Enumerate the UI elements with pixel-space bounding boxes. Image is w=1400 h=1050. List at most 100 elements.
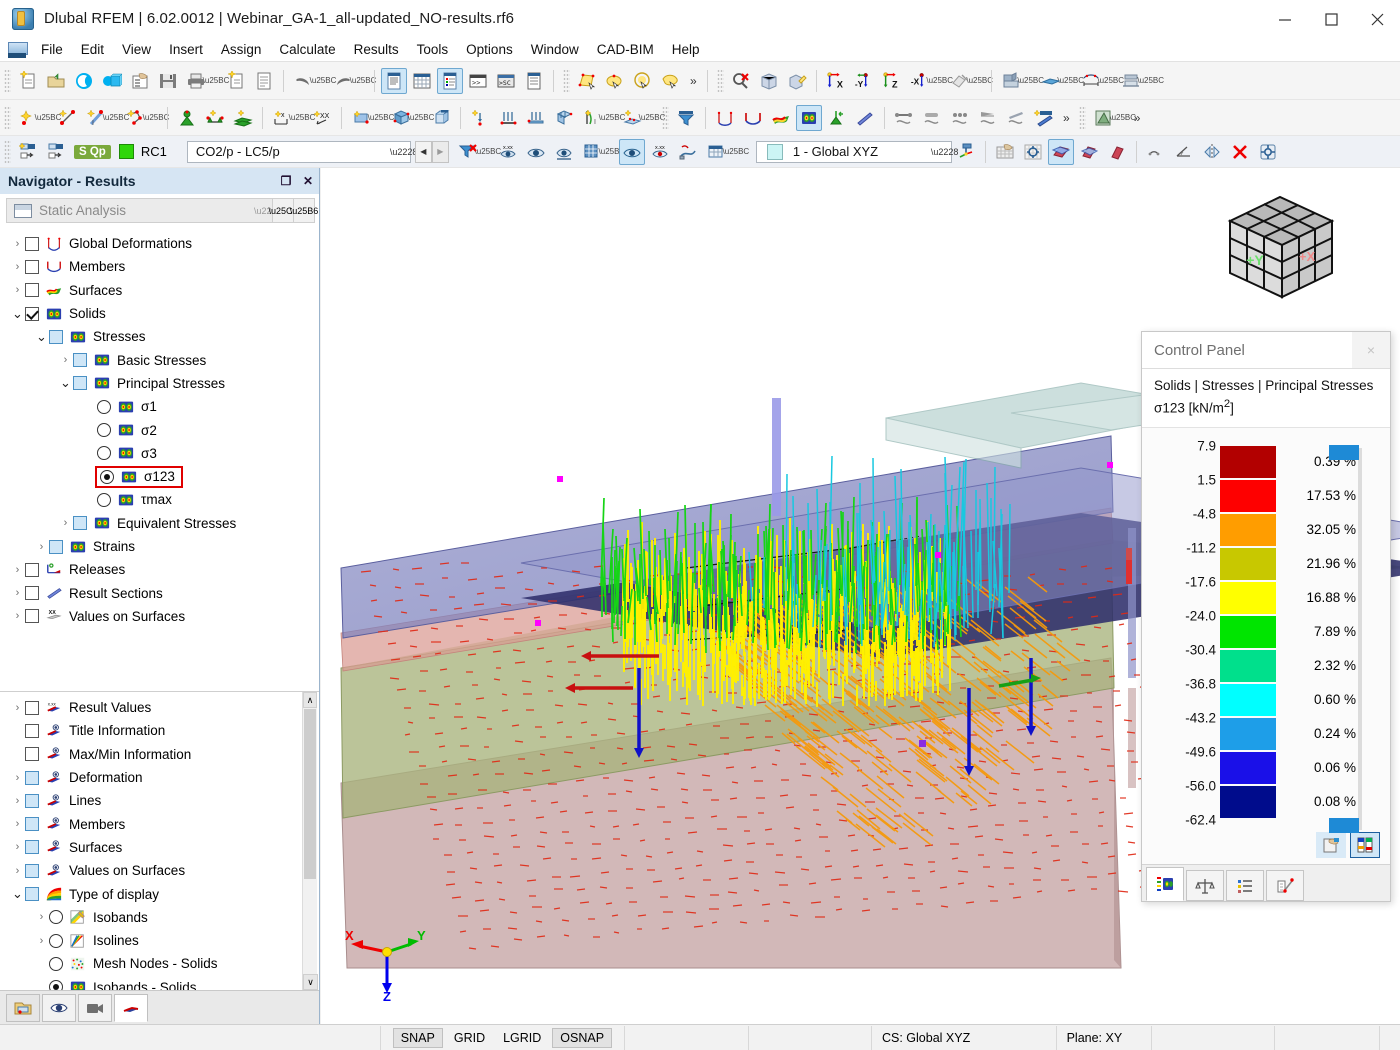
new-surface-icon[interactable] bbox=[348, 105, 374, 131]
measure-icon[interactable] bbox=[1143, 139, 1169, 165]
menu-edit[interactable]: Edit bbox=[72, 40, 113, 59]
navigator-restore-icon[interactable]: ❐ bbox=[275, 170, 297, 192]
navigation-cube[interactable]: +Y +X bbox=[1222, 193, 1338, 303]
undo-icon[interactable] bbox=[290, 68, 316, 94]
view-minus-y-icon[interactable]: -Y bbox=[851, 68, 877, 94]
scale-band[interactable] bbox=[1220, 717, 1276, 750]
tree-row[interactable]: Isobands - Solids bbox=[0, 976, 319, 990]
mesh-refinement-icon[interactable] bbox=[619, 105, 645, 131]
chevron-right-icon[interactable]: › bbox=[10, 795, 25, 807]
new-solid-icon[interactable] bbox=[388, 105, 414, 131]
chevron-right-icon[interactable]: › bbox=[34, 911, 49, 923]
tree-row[interactable]: › Isobands bbox=[0, 906, 319, 929]
tree-row[interactable]: › Members bbox=[0, 255, 319, 278]
support-reactions-icon[interactable] bbox=[824, 105, 850, 131]
delete-icon[interactable] bbox=[1227, 139, 1253, 165]
grid-results-icon[interactable] bbox=[579, 139, 605, 165]
color-scale-tab[interactable] bbox=[1146, 867, 1184, 901]
model-info-icon[interactable] bbox=[127, 68, 153, 94]
tables-icon[interactable] bbox=[409, 68, 435, 94]
scale-color-bars[interactable] bbox=[1220, 445, 1276, 820]
open-model-icon[interactable] bbox=[43, 68, 69, 94]
scale-slider-upper-knob[interactable] bbox=[1329, 444, 1359, 460]
chevron-right-icon[interactable]: › bbox=[10, 261, 25, 273]
scale-band[interactable] bbox=[1220, 547, 1276, 580]
solids-results-icon[interactable] bbox=[796, 104, 822, 131]
view-z-icon[interactable]: Z bbox=[879, 68, 905, 94]
tree-row[interactable]: › Result Sections bbox=[0, 581, 319, 604]
tree-checkbox[interactable] bbox=[25, 259, 39, 274]
scale-band[interactable] bbox=[1220, 581, 1276, 614]
tree-row[interactable]: σ2 bbox=[0, 418, 319, 441]
tree-checkbox[interactable] bbox=[73, 376, 87, 391]
printout-report-icon[interactable] bbox=[251, 68, 277, 94]
tree-scrollbar[interactable]: ∧ ∨ bbox=[302, 692, 318, 990]
new-line-icon[interactable] bbox=[55, 105, 81, 131]
maximize-button[interactable] bbox=[1308, 0, 1354, 38]
results-eye-active-icon[interactable] bbox=[618, 138, 645, 165]
select-more-chevron[interactable]: » bbox=[685, 74, 702, 88]
zoom-reset-icon[interactable] bbox=[728, 68, 754, 94]
tree-row[interactable]: ⌄ Solids bbox=[0, 302, 319, 325]
results-tree-top[interactable]: › Global Deformations › Members › Surfaces ⌄ So… bbox=[0, 226, 319, 692]
tree-row[interactable]: ⌄ Stresses bbox=[0, 325, 319, 348]
menu-file[interactable]: File bbox=[32, 40, 72, 59]
script-icon[interactable]: >SC bbox=[493, 68, 519, 94]
tree-checkbox[interactable] bbox=[73, 353, 87, 368]
mirror-icon[interactable] bbox=[1199, 139, 1225, 165]
tree-checkbox[interactable] bbox=[25, 586, 39, 601]
tree-row[interactable]: Title Information bbox=[0, 719, 319, 742]
tree-checkbox[interactable] bbox=[25, 770, 39, 785]
nodal-load-caret[interactable]: \u25BC bbox=[289, 105, 316, 131]
color-scale[interactable]: 7.9 1.5 -4.8 -11.2 -17.6 -24.0 -30.4 -36.8 -43.2… bbox=[1154, 436, 1378, 833]
imperfection-caret[interactable]: \u25BC bbox=[599, 105, 626, 131]
scale-band[interactable] bbox=[1220, 785, 1276, 818]
new-result-diagram-icon[interactable] bbox=[1031, 105, 1057, 131]
filter-icon[interactable] bbox=[673, 105, 699, 131]
menu-calculate[interactable]: Calculate bbox=[270, 40, 344, 59]
menu-assign[interactable]: Assign bbox=[212, 40, 271, 59]
tree-row[interactable]: › Lines bbox=[0, 789, 319, 812]
new-node-caret[interactable]: \u25BC bbox=[35, 105, 62, 131]
scroll-thumb[interactable] bbox=[304, 709, 316, 879]
analysis-next-button[interactable]: \u25B6 bbox=[290, 198, 318, 223]
menu-help[interactable]: Help bbox=[663, 40, 709, 59]
tree-checkbox[interactable] bbox=[25, 306, 39, 321]
tree-radio[interactable] bbox=[49, 933, 63, 948]
menu-results[interactable]: Results bbox=[345, 40, 408, 59]
filter-results-icon[interactable] bbox=[455, 139, 481, 165]
angle-icon[interactable] bbox=[1171, 139, 1197, 165]
show-results-icon[interactable] bbox=[15, 139, 41, 165]
navigator-panel-icon[interactable] bbox=[381, 67, 407, 94]
results-table-caret[interactable]: \u25BC bbox=[723, 139, 750, 165]
clipping-plane-1-icon[interactable] bbox=[1047, 138, 1074, 165]
tree-radio[interactable] bbox=[49, 956, 63, 971]
tree-row[interactable]: › Basic Stresses bbox=[0, 348, 319, 371]
bim-model-icon[interactable] bbox=[99, 68, 125, 94]
global-deformations-icon[interactable] bbox=[712, 105, 738, 131]
new-surface-caret[interactable]: \u25BC bbox=[368, 105, 395, 131]
imperfection-icon[interactable]: I bbox=[579, 105, 605, 131]
toolbar-grip[interactable] bbox=[1078, 105, 1086, 130]
surface-support-icon[interactable] bbox=[230, 105, 256, 131]
display-tree-bottom[interactable]: ∧ ∨ › x.xx Result Values Title Information… bbox=[0, 692, 319, 990]
perspective-dropdown-caret[interactable]: \u25BC bbox=[966, 68, 993, 94]
select-circle-icon[interactable] bbox=[602, 68, 628, 94]
chevron-right-icon[interactable]: › bbox=[10, 841, 25, 853]
tree-row[interactable]: σ1 bbox=[0, 395, 319, 418]
tree-radio[interactable] bbox=[97, 423, 111, 438]
new-polyline-caret[interactable]: \u25BC bbox=[143, 105, 170, 131]
chevron-right-icon[interactable]: › bbox=[10, 818, 25, 830]
console-icon[interactable]: >>_ bbox=[465, 68, 491, 94]
menu-tools[interactable]: Tools bbox=[408, 40, 458, 59]
tree-checkbox[interactable] bbox=[25, 887, 39, 902]
render-solid-icon[interactable] bbox=[998, 68, 1024, 94]
color-scale-button[interactable] bbox=[1350, 831, 1380, 858]
view-x-icon[interactable]: X bbox=[823, 68, 849, 94]
clipping-plane-2-icon[interactable] bbox=[1076, 139, 1102, 165]
visual-check-caret[interactable]: \u25BC bbox=[1109, 105, 1136, 131]
scale-slider-track[interactable] bbox=[1329, 444, 1362, 833]
scale-band[interactable] bbox=[1220, 751, 1276, 784]
coordinate-system-status[interactable]: CS: Global XYZ bbox=[872, 1025, 1057, 1050]
scale-slider-lower-knob[interactable] bbox=[1329, 817, 1359, 833]
